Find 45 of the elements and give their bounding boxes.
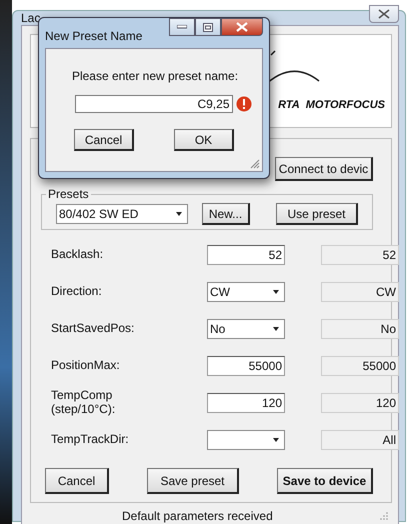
device-value-field: All	[321, 430, 399, 450]
field-label: Backlash:	[51, 248, 104, 262]
field-label: Direction:	[51, 284, 103, 298]
logo-text: MOTORFOCUS	[306, 99, 385, 111]
field-label: TempTrackDir:	[51, 432, 130, 446]
close-icon	[236, 22, 248, 32]
group-label: Presets	[47, 187, 90, 201]
field-label: PositionMax:	[51, 358, 121, 372]
window-title: Lac	[21, 11, 40, 25]
close-button[interactable]	[221, 18, 263, 36]
action-button[interactable]: Save to device	[277, 468, 373, 494]
minimize-button[interactable]	[169, 18, 195, 36]
dropdown[interactable]: No	[207, 318, 285, 338]
maximize-button[interactable]	[195, 18, 221, 36]
device-value-field: CW	[321, 282, 399, 302]
status-text: Default parameters received	[122, 509, 273, 523]
preset-name-field[interactable]: C9,25	[74, 95, 232, 113]
logo-text: RTA	[278, 99, 300, 111]
device-value-field: 52	[321, 244, 399, 264]
close-icon	[378, 9, 390, 19]
dialog-title: New Preset Name	[45, 29, 142, 43]
field-label: TempComp (step/10°C):	[51, 389, 116, 416]
connect-button[interactable]: Connect to devic	[275, 157, 373, 181]
input-field[interactable]: 120	[207, 392, 285, 412]
resize-grip-icon	[248, 157, 260, 169]
use-preset-button[interactable]: Use preset	[276, 203, 358, 225]
prompt-text: Please enter new preset name:	[72, 69, 238, 83]
new-button[interactable]: New...	[202, 203, 250, 225]
action-button[interactable]: Save preset	[147, 468, 239, 494]
device-value-field: 55000	[321, 356, 399, 376]
dialog-button[interactable]: Cancel	[74, 129, 134, 151]
maximize-icon	[203, 22, 213, 32]
dropdown[interactable]	[207, 430, 285, 450]
device-value-field: No	[321, 318, 399, 338]
field-label: StartSavedPos:	[51, 322, 136, 336]
dialog-button[interactable]: OK	[174, 129, 234, 151]
minimize-icon	[177, 25, 187, 29]
input-field[interactable]: 55000	[207, 356, 285, 376]
close-button[interactable]	[369, 5, 399, 23]
preset-dropdown[interactable]: 80/402 SW ED	[56, 204, 188, 224]
action-button[interactable]: Cancel	[45, 468, 109, 494]
device-value-field: 120	[321, 392, 399, 412]
resize-grip-icon	[380, 512, 388, 520]
dropdown[interactable]: CW	[207, 282, 285, 302]
input-field[interactable]: 52	[207, 244, 285, 264]
